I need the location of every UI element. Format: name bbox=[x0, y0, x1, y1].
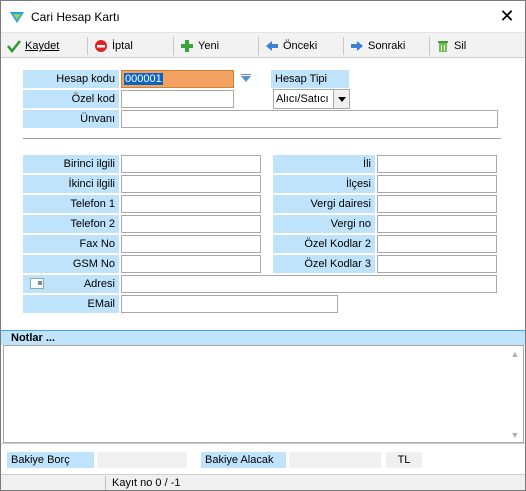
currency-label: TL bbox=[386, 452, 422, 468]
checkmark-icon bbox=[7, 40, 21, 53]
unvani-input[interactable] bbox=[121, 110, 498, 128]
hesap-tipi-value: Alıcı/Satıcı bbox=[276, 93, 329, 105]
lookup-dropdown-icon[interactable] bbox=[240, 74, 252, 84]
trash-icon bbox=[438, 41, 448, 52]
ilcesi-label: İlçesi bbox=[273, 175, 375, 193]
gsm-input[interactable] bbox=[121, 255, 261, 273]
toolbar-separator bbox=[429, 37, 430, 55]
bakiye-borc-label: Bakiye Borç bbox=[7, 452, 94, 468]
arrow-right-icon bbox=[351, 41, 363, 51]
ili-label: İli bbox=[273, 155, 375, 173]
fax-input[interactable] bbox=[121, 235, 261, 253]
ozel-kodlar3-input[interactable] bbox=[377, 255, 497, 273]
delete-button[interactable]: Sil bbox=[436, 36, 466, 56]
status-bar: Kayıt no 0 / -1 bbox=[1, 474, 525, 490]
hesap-tipi-dropdown-button[interactable] bbox=[333, 90, 349, 108]
divider bbox=[23, 138, 501, 140]
arrow-left-icon bbox=[266, 41, 278, 51]
hesap-tipi-select[interactable]: Alıcı/Satıcı bbox=[273, 89, 350, 109]
scroll-up-icon[interactable]: ▲ bbox=[510, 349, 520, 359]
ozel-kodlar2-input[interactable] bbox=[377, 235, 497, 253]
ozel-kodlar3-label: Özel Kodlar 3 bbox=[273, 255, 375, 273]
toolbar-separator bbox=[173, 37, 174, 55]
vergi-dairesi-label: Vergi dairesi bbox=[273, 195, 375, 213]
unvani-label: Ünvanı bbox=[23, 110, 119, 128]
previous-button[interactable]: Önceki bbox=[265, 36, 317, 56]
cancel-label: İptal bbox=[112, 40, 133, 52]
form-area: Hesap kodu 000001 Hesap Tipi Özel kod Al… bbox=[1, 58, 525, 330]
telefon1-label: Telefon 1 bbox=[23, 195, 119, 213]
hesap-kodu-input[interactable]: 000001 bbox=[121, 70, 234, 88]
new-button[interactable]: Yeni bbox=[180, 36, 219, 56]
ikinci-ilgili-input[interactable] bbox=[121, 175, 261, 193]
previous-label: Önceki bbox=[283, 40, 318, 52]
close-icon: ✕ bbox=[499, 6, 515, 26]
delete-label: Sil bbox=[454, 40, 467, 52]
email-label: EMail bbox=[23, 295, 119, 313]
address-card-icon[interactable] bbox=[30, 278, 44, 289]
telefon2-input[interactable] bbox=[121, 215, 261, 233]
telefon1-input[interactable] bbox=[121, 195, 261, 213]
chevron-down-icon bbox=[338, 97, 346, 102]
bakiye-alacak-label: Bakiye Alacak bbox=[201, 452, 286, 468]
birinci-ilgili-label: Birinci ilgili bbox=[23, 155, 119, 173]
next-label: Sonraki bbox=[368, 40, 406, 52]
email-input[interactable] bbox=[121, 295, 338, 313]
ilcesi-input[interactable] bbox=[377, 175, 497, 193]
adresi-input[interactable] bbox=[121, 275, 497, 293]
ikinci-ilgili-label: İkinci ilgili bbox=[23, 175, 119, 193]
new-label: Yeni bbox=[198, 40, 220, 52]
hesap-tipi-label: Hesap Tipi bbox=[271, 70, 349, 88]
birinci-ilgili-input[interactable] bbox=[121, 155, 261, 173]
app-logo-icon bbox=[10, 12, 24, 23]
toolbar-separator bbox=[258, 37, 259, 55]
fax-label: Fax No bbox=[23, 235, 119, 253]
cari-hesap-window: Cari Hesap Kartı ✕ Kaydet İptal Yeni Önc… bbox=[0, 0, 526, 491]
plus-icon bbox=[181, 40, 193, 52]
ozel-kod-input[interactable] bbox=[121, 90, 234, 108]
notes-scrollbar[interactable]: ▲ ▼ bbox=[507, 346, 523, 442]
record-status: Kayıt no 0 / -1 bbox=[105, 476, 405, 490]
vergi-no-label: Vergi no bbox=[273, 215, 375, 233]
vergi-dairesi-input[interactable] bbox=[377, 195, 497, 213]
toolbar-separator bbox=[343, 37, 344, 55]
scroll-down-icon[interactable]: ▼ bbox=[510, 430, 520, 440]
hesap-kodu-label: Hesap kodu bbox=[23, 70, 119, 88]
ozel-kodlar2-label: Özel Kodlar 2 bbox=[273, 235, 375, 253]
notes-textarea[interactable]: ▲ ▼ bbox=[3, 345, 524, 443]
hesap-kodu-value: 000001 bbox=[124, 73, 163, 85]
save-button[interactable]: Kaydet bbox=[7, 36, 59, 56]
toolbar-separator bbox=[87, 37, 88, 55]
save-label: Kaydet bbox=[25, 40, 60, 52]
bakiye-borc-value bbox=[97, 452, 187, 468]
toolbar: Kaydet İptal Yeni Önceki Sonraki Sil bbox=[1, 32, 525, 58]
vergi-no-input[interactable] bbox=[377, 215, 497, 233]
close-button[interactable]: ✕ bbox=[497, 6, 517, 26]
notes-header: Notlar ... bbox=[1, 330, 525, 345]
title-bar: Cari Hesap Kartı ✕ bbox=[1, 1, 525, 32]
next-button[interactable]: Sonraki bbox=[350, 36, 405, 56]
gsm-label: GSM No bbox=[23, 255, 119, 273]
ili-input[interactable] bbox=[377, 155, 497, 173]
window-title: Cari Hesap Kartı bbox=[31, 10, 120, 24]
telefon2-label: Telefon 2 bbox=[23, 215, 119, 233]
bakiye-alacak-value bbox=[289, 452, 381, 468]
cancel-icon bbox=[95, 40, 107, 52]
ozel-kod-label: Özel kod bbox=[23, 90, 119, 108]
cancel-button[interactable]: İptal bbox=[94, 36, 133, 56]
